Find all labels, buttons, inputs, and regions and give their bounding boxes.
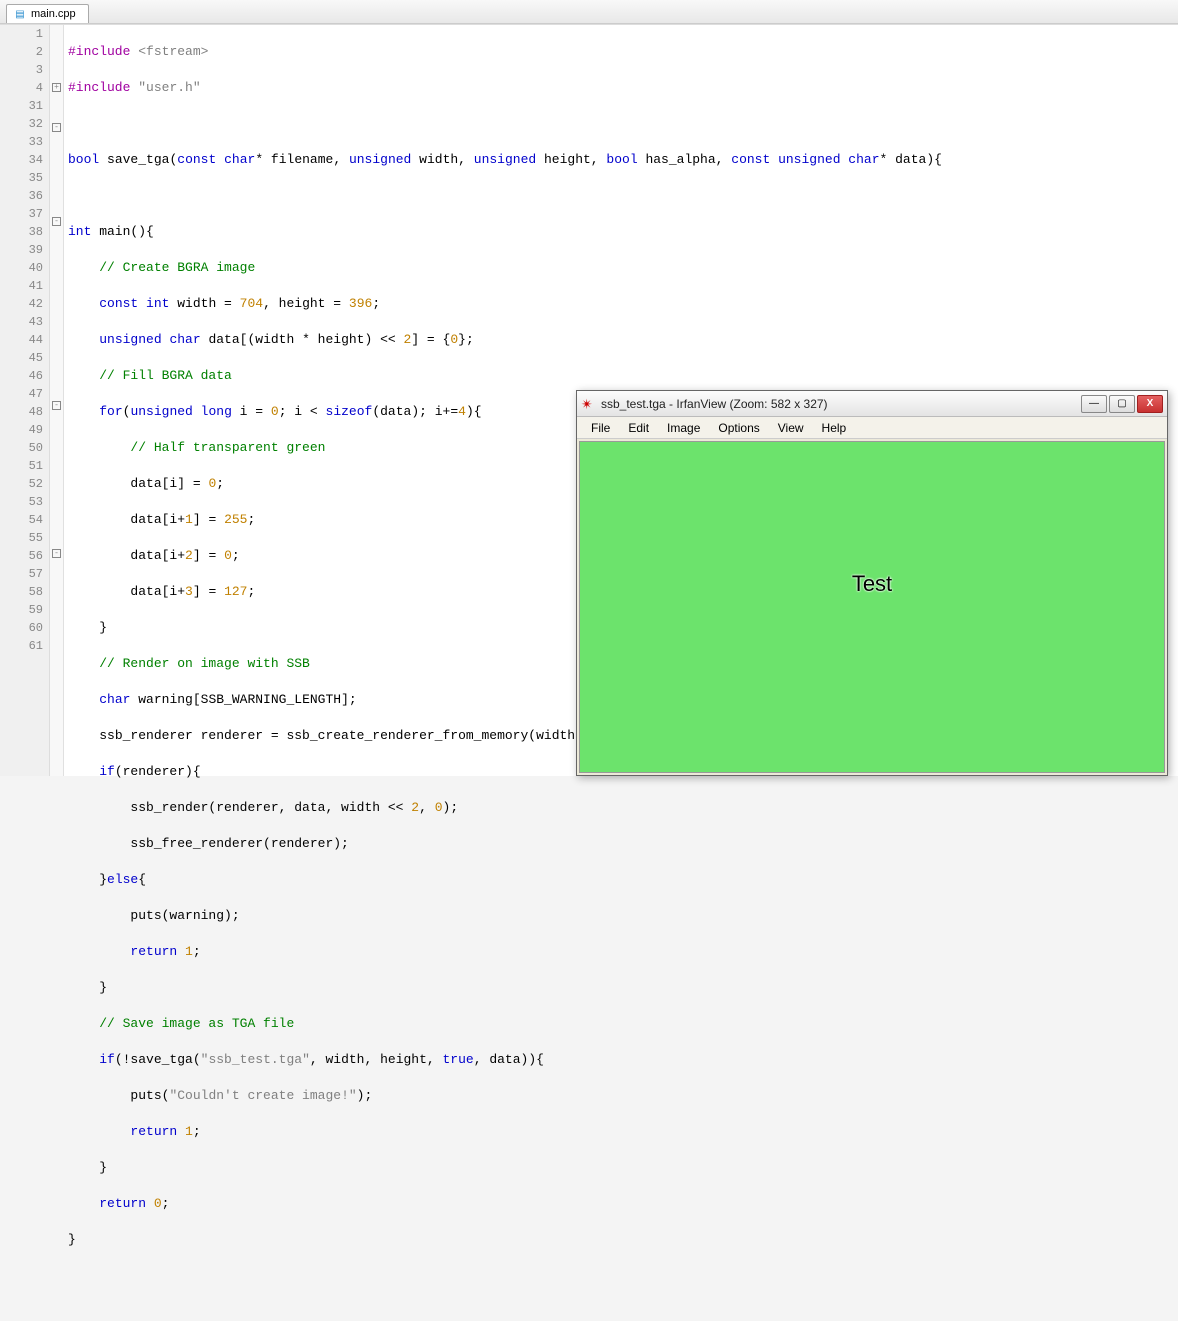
line-number: 32 bbox=[0, 115, 43, 133]
fold-collapse-icon[interactable]: - bbox=[52, 549, 61, 558]
line-number: 48 bbox=[0, 403, 43, 421]
fold-collapse-icon[interactable]: - bbox=[52, 401, 61, 410]
line-number: 47 bbox=[0, 385, 43, 403]
file-tab-label: main.cpp bbox=[31, 8, 76, 20]
line-number: 36 bbox=[0, 187, 43, 205]
line-number: 52 bbox=[0, 475, 43, 493]
line-number: 45 bbox=[0, 349, 43, 367]
line-number: 59 bbox=[0, 601, 43, 619]
menu-edit[interactable]: Edit bbox=[620, 419, 657, 437]
line-number-gutter: 1 2 3 4 31 32 33 34 35 36 37 38 39 40 41… bbox=[0, 25, 50, 776]
line-number: 42 bbox=[0, 295, 43, 313]
maximize-button[interactable]: ▢ bbox=[1109, 395, 1135, 413]
rendered-text: Test bbox=[852, 571, 892, 597]
file-tab[interactable]: ▤ main.cpp bbox=[6, 4, 89, 23]
line-number: 4 bbox=[0, 79, 43, 97]
fold-expand-icon[interactable]: + bbox=[52, 83, 61, 92]
line-number: 41 bbox=[0, 277, 43, 295]
line-number: 31 bbox=[0, 97, 43, 115]
line-number: 56 bbox=[0, 547, 43, 565]
line-number: 1 bbox=[0, 25, 43, 43]
line-number: 54 bbox=[0, 511, 43, 529]
line-number: 35 bbox=[0, 169, 43, 187]
fold-collapse-icon[interactable]: - bbox=[52, 217, 61, 226]
line-number: 43 bbox=[0, 313, 43, 331]
line-number: 53 bbox=[0, 493, 43, 511]
fold-column: + - - - - bbox=[50, 25, 64, 776]
line-number: 3 bbox=[0, 61, 43, 79]
editor-tab-bar: ▤ main.cpp bbox=[0, 0, 1178, 24]
line-number: 46 bbox=[0, 367, 43, 385]
line-number: 55 bbox=[0, 529, 43, 547]
line-number: 60 bbox=[0, 619, 43, 637]
irfanview-window: ✴ ssb_test.tga - IrfanView (Zoom: 582 x … bbox=[576, 390, 1168, 776]
menu-file[interactable]: File bbox=[583, 419, 618, 437]
line-number: 51 bbox=[0, 457, 43, 475]
window-titlebar[interactable]: ✴ ssb_test.tga - IrfanView (Zoom: 582 x … bbox=[577, 391, 1167, 417]
menu-bar: File Edit Image Options View Help bbox=[577, 417, 1167, 439]
fold-collapse-icon[interactable]: - bbox=[52, 123, 61, 132]
menu-options[interactable]: Options bbox=[710, 419, 767, 437]
image-canvas[interactable]: Test bbox=[579, 441, 1165, 773]
irfanview-app-icon: ✴ bbox=[581, 397, 595, 411]
line-number: 39 bbox=[0, 241, 43, 259]
line-number: 57 bbox=[0, 565, 43, 583]
line-number: 40 bbox=[0, 259, 43, 277]
menu-help[interactable]: Help bbox=[814, 419, 855, 437]
line-number: 37 bbox=[0, 205, 43, 223]
cpp-file-icon: ▤ bbox=[13, 7, 27, 21]
minimize-button[interactable]: — bbox=[1081, 395, 1107, 413]
line-number: 2 bbox=[0, 43, 43, 61]
line-number: 58 bbox=[0, 583, 43, 601]
line-number: 61 bbox=[0, 637, 43, 655]
menu-image[interactable]: Image bbox=[659, 419, 708, 437]
line-number: 49 bbox=[0, 421, 43, 439]
line-number: 50 bbox=[0, 439, 43, 457]
line-number: 44 bbox=[0, 331, 43, 349]
window-title: ssb_test.tga - IrfanView (Zoom: 582 x 32… bbox=[601, 397, 1075, 411]
menu-view[interactable]: View bbox=[770, 419, 812, 437]
line-number: 34 bbox=[0, 151, 43, 169]
close-button[interactable]: X bbox=[1137, 395, 1163, 413]
window-buttons: — ▢ X bbox=[1081, 395, 1163, 413]
line-number: 38 bbox=[0, 223, 43, 241]
line-number: 33 bbox=[0, 133, 43, 151]
